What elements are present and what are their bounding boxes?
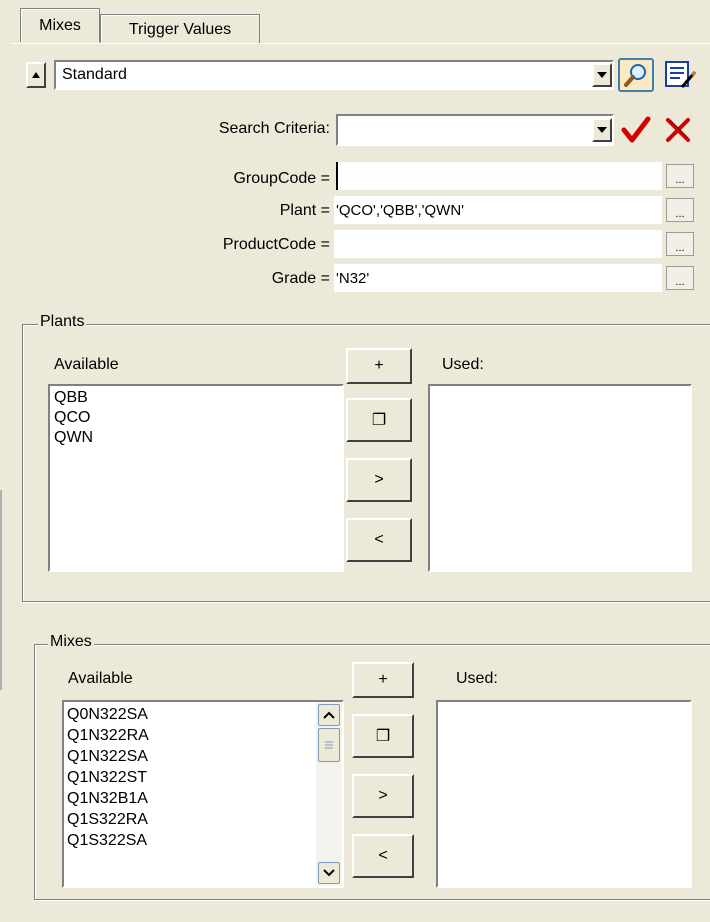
grade-browse-button[interactable]: ... <box>666 266 694 290</box>
search-criteria-select[interactable] <box>336 114 614 146</box>
move-right-icon: > <box>378 787 388 804</box>
plants-used-list[interactable] <box>428 384 692 572</box>
mixes-move-left-button[interactable]: < <box>352 834 414 878</box>
tab-mixes[interactable]: Mixes <box>20 8 100 42</box>
search-criteria-dropdown-button[interactable] <box>592 118 612 142</box>
list-item[interactable]: QCO <box>54 408 338 428</box>
plant-label: Plant = <box>279 202 330 219</box>
list-item[interactable]: Q0N322SA <box>67 704 311 725</box>
notepad-edit-icon <box>665 61 697 88</box>
plants-add-button[interactable]: + <box>346 348 412 384</box>
mixes-available-items: Q0N322SA Q1N322RA Q1N322SA Q1N322ST Q1N3… <box>64 702 314 886</box>
ellipsis-icon: ... <box>675 242 685 254</box>
grade-field[interactable]: 'N32' <box>334 264 662 292</box>
grade-label: Grade = <box>271 270 330 287</box>
plants-available-list[interactable]: QBB QCO QWN <box>48 384 344 572</box>
plus-icon: + <box>374 357 384 374</box>
list-item[interactable]: Q1S322RA <box>67 809 311 830</box>
ellipsis-icon: ... <box>675 276 685 288</box>
vertical-scrollbar[interactable] <box>316 702 342 886</box>
grade-value: 'N32' <box>336 269 370 287</box>
mixes-used-label: Used: <box>456 670 498 687</box>
search-button[interactable] <box>618 58 654 92</box>
mixes-used-list[interactable] <box>436 700 692 888</box>
list-item[interactable]: QBB <box>54 388 338 408</box>
plants-available-label: Available <box>54 356 119 373</box>
tab-trigger-values[interactable]: Trigger Values <box>100 14 260 44</box>
copy-icon: ❐ <box>375 728 391 745</box>
chevron-up-icon <box>323 711 335 719</box>
list-item[interactable]: Q1N322ST <box>67 767 311 788</box>
plants-copy-button[interactable]: ❐ <box>346 398 412 442</box>
list-item[interactable]: Q1N32B1A <box>67 788 311 809</box>
list-item[interactable]: QWN <box>54 428 338 448</box>
chevron-down-icon <box>597 72 607 78</box>
accept-button[interactable] <box>618 114 654 146</box>
productcode-field[interactable] <box>334 230 662 258</box>
move-left-icon: < <box>378 847 388 864</box>
plants-used-label: Used: <box>442 356 484 373</box>
chevron-down-icon <box>323 869 335 877</box>
move-right-icon: > <box>374 471 384 488</box>
ellipsis-icon: ... <box>675 208 685 220</box>
mixes-available-list[interactable]: Q0N322SA Q1N322RA Q1N322SA Q1N322ST Q1N3… <box>62 700 344 888</box>
x-icon <box>666 118 690 142</box>
chevron-down-icon <box>597 127 607 133</box>
view-select[interactable]: Standard <box>54 60 614 90</box>
tab-trigger-values-label: Trigger Values <box>128 20 232 38</box>
tab-mixes-label: Mixes <box>39 16 81 34</box>
search-criteria-label: Search Criteria: <box>218 120 330 137</box>
tab-panel-border <box>10 43 710 44</box>
scroll-up-button[interactable] <box>318 704 340 726</box>
plant-field[interactable]: 'QCO','QBB','QWN' <box>334 196 662 224</box>
collapse-arrow-icon <box>32 72 40 78</box>
magnifier-icon <box>624 64 646 87</box>
view-select-dropdown-button[interactable] <box>592 63 612 87</box>
clear-button[interactable] <box>660 114 696 146</box>
mixes-copy-button[interactable]: ❐ <box>352 714 414 758</box>
checkmark-icon <box>621 116 651 143</box>
plant-browse-button[interactable]: ... <box>666 198 694 222</box>
move-left-icon: < <box>374 531 384 548</box>
edit-button[interactable] <box>660 58 702 92</box>
mixes-add-button[interactable]: + <box>352 662 414 698</box>
productcode-browse-button[interactable]: ... <box>666 232 694 256</box>
left-edge-divider <box>0 490 2 690</box>
list-item[interactable]: Q1S322SA <box>67 830 311 851</box>
mixes-groupbox-title: Mixes <box>48 633 94 651</box>
view-select-value: Standard <box>62 66 127 83</box>
scroll-thumb[interactable] <box>318 728 340 762</box>
plants-move-right-button[interactable]: > <box>346 458 412 502</box>
plants-groupbox-title: Plants <box>38 313 87 331</box>
collapse-button[interactable] <box>26 62 46 88</box>
scroll-down-button[interactable] <box>318 862 340 884</box>
list-item[interactable]: Q1N322SA <box>67 746 311 767</box>
groupcode-browse-button[interactable]: ... <box>666 164 694 188</box>
productcode-label: ProductCode = <box>222 236 330 253</box>
grip-icon <box>325 741 333 749</box>
plant-value: 'QCO','QBB','QWN' <box>336 201 465 219</box>
groupcode-field[interactable] <box>336 162 662 190</box>
copy-icon: ❐ <box>371 412 387 429</box>
list-item[interactable]: Q1N322RA <box>67 725 311 746</box>
mixes-move-right-button[interactable]: > <box>352 774 414 818</box>
plus-icon: + <box>378 671 388 688</box>
plants-move-left-button[interactable]: < <box>346 518 412 562</box>
groupcode-label: GroupCode = <box>233 170 330 187</box>
mixes-available-label: Available <box>68 670 133 687</box>
ellipsis-icon: ... <box>675 174 685 186</box>
